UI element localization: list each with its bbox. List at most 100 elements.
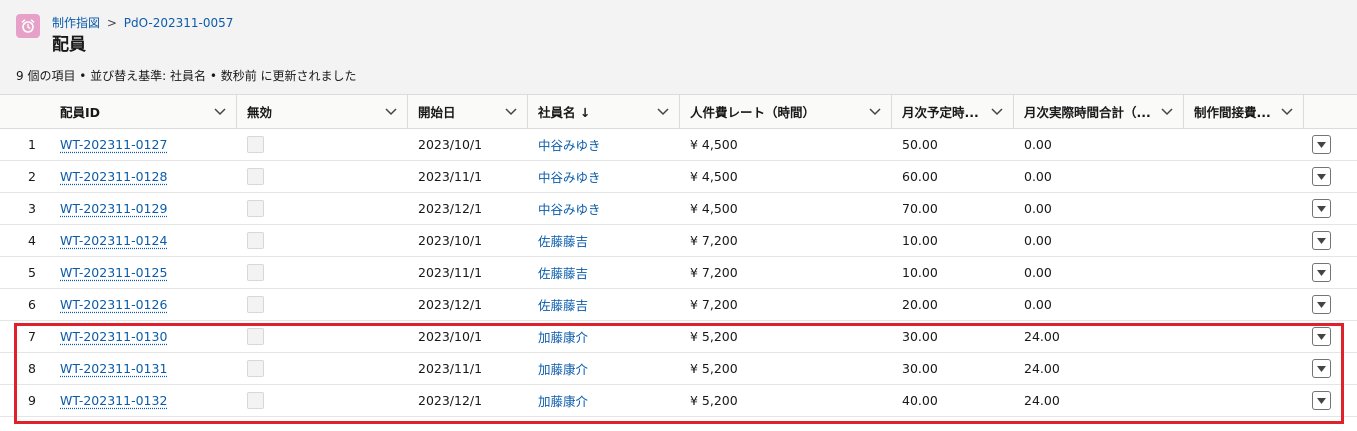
employee-name-cell: 中谷みゆき xyxy=(528,192,680,225)
inactive-checkbox xyxy=(247,168,264,185)
planned-hours-cell: 20.00 xyxy=(892,288,1014,321)
planned-hours-cell: 40.00 xyxy=(892,384,1014,417)
column-header-indirect-cost[interactable]: 制作間接費... xyxy=(1184,95,1304,129)
row-action-button[interactable] xyxy=(1312,199,1331,218)
caret-down-icon xyxy=(1317,237,1326,244)
column-label: 月次予定時... xyxy=(902,105,979,120)
inactive-cell xyxy=(237,224,408,257)
row-number: 6 xyxy=(0,288,50,321)
assignment-id-cell: WT-202311-0129 xyxy=(50,192,237,225)
employee-name-link[interactable]: 加藤康介 xyxy=(538,362,588,377)
assignment-id-link[interactable]: WT-202311-0124 xyxy=(60,233,167,248)
planned-hours-cell: 50.00 xyxy=(892,128,1014,161)
assignment-id-cell: WT-202311-0130 xyxy=(50,320,237,353)
breadcrumb-record-link[interactable]: PdO-202311-0057 xyxy=(124,16,234,30)
column-header-inactive[interactable]: 無効 xyxy=(237,95,408,129)
breadcrumb-parent-link[interactable]: 制作指図 xyxy=(52,16,100,30)
start-date-cell: 2023/11/1 xyxy=(408,352,528,385)
caret-down-icon xyxy=(1317,141,1326,148)
assignment-id-cell: WT-202311-0128 xyxy=(50,160,237,193)
assignment-id-link[interactable]: WT-202311-0127 xyxy=(60,137,167,152)
planned-hours-cell: 10.00 xyxy=(892,224,1014,257)
assignment-id-link[interactable]: WT-202311-0126 xyxy=(60,297,167,312)
assignment-id-link[interactable]: WT-202311-0128 xyxy=(60,169,167,184)
indirect-cost-cell xyxy=(1184,256,1304,289)
employee-name-link[interactable]: 佐藤藤吉 xyxy=(538,234,588,249)
table-row: 3 WT-202311-0129 2023/12/1 中谷みゆき ¥ 4,500… xyxy=(0,192,1357,225)
assignment-id-link[interactable]: WT-202311-0129 xyxy=(60,201,167,216)
row-action-button[interactable] xyxy=(1312,295,1331,314)
row-number: 9 xyxy=(0,384,50,417)
staffing-table: 配員ID 無効 開始日 社員名 ↓ 人件費レート（時間） 月次予定時... 月次… xyxy=(0,95,1357,417)
employee-name-cell: 加藤康介 xyxy=(528,384,680,417)
row-number: 5 xyxy=(0,256,50,289)
start-date-cell: 2023/10/1 xyxy=(408,128,528,161)
row-action-button[interactable] xyxy=(1312,359,1331,378)
table-row: 2 WT-202311-0128 2023/11/1 中谷みゆき ¥ 4,500… xyxy=(0,160,1357,193)
row-action-button[interactable] xyxy=(1312,391,1331,410)
column-label: 開始日 xyxy=(418,105,456,120)
caret-down-icon xyxy=(1317,397,1326,404)
row-action-button[interactable] xyxy=(1312,167,1331,186)
table-row: 6 WT-202311-0126 2023/12/1 佐藤藤吉 ¥ 7,200 … xyxy=(0,288,1357,321)
column-label: 人件費レート（時間） xyxy=(690,105,816,120)
caret-down-icon xyxy=(1317,333,1326,340)
row-action-button[interactable] xyxy=(1312,263,1331,282)
employee-name-cell: 加藤康介 xyxy=(528,320,680,353)
assignment-id-link[interactable]: WT-202311-0132 xyxy=(60,393,167,408)
column-header-monthly-planned-hours[interactable]: 月次予定時... xyxy=(892,95,1014,129)
employee-name-link[interactable]: 中谷みゆき xyxy=(538,138,601,153)
chevron-down-icon[interactable] xyxy=(214,107,226,116)
header-row-actions xyxy=(1304,95,1357,129)
table-row: 8 WT-202311-0131 2023/11/1 加藤康介 ¥ 5,200 … xyxy=(0,352,1357,385)
row-number: 1 xyxy=(0,128,50,161)
chevron-down-icon[interactable] xyxy=(869,107,881,116)
row-number: 3 xyxy=(0,192,50,225)
labor-rate-cell: ¥ 7,200 xyxy=(680,224,892,257)
employee-name-link[interactable]: 加藤康介 xyxy=(538,330,588,345)
actual-hours-cell: 24.00 xyxy=(1014,320,1184,353)
table-header-row: 配員ID 無効 開始日 社員名 ↓ 人件費レート（時間） 月次予定時... 月次… xyxy=(0,95,1357,129)
chevron-down-icon[interactable] xyxy=(657,107,669,116)
column-header-assignment-id[interactable]: 配員ID xyxy=(50,95,237,129)
column-header-labor-rate[interactable]: 人件費レート（時間） xyxy=(680,95,892,129)
column-header-employee-name[interactable]: 社員名 ↓ xyxy=(528,95,680,129)
assignment-id-link[interactable]: WT-202311-0125 xyxy=(60,265,167,280)
assignment-id-cell: WT-202311-0132 xyxy=(50,384,237,417)
planned-hours-cell: 60.00 xyxy=(892,160,1014,193)
employee-name-link[interactable]: 中谷みゆき xyxy=(538,202,601,217)
chevron-down-icon[interactable] xyxy=(385,107,397,116)
list-meta-info: 9 個の項目 • 並び替え基準: 社員名 • 数秒前 に更新されました xyxy=(16,69,357,83)
chevron-down-icon[interactable] xyxy=(505,107,517,116)
row-action-button[interactable] xyxy=(1312,231,1331,250)
actual-hours-cell: 0.00 xyxy=(1014,256,1184,289)
row-actions-cell xyxy=(1304,288,1357,321)
labor-rate-cell: ¥ 4,500 xyxy=(680,192,892,225)
chevron-down-icon[interactable] xyxy=(991,107,1003,116)
column-header-monthly-actual-hours[interactable]: 月次実際時間合計（... xyxy=(1014,95,1184,129)
indirect-cost-cell xyxy=(1184,288,1304,321)
column-header-start-date[interactable]: 開始日 xyxy=(408,95,528,129)
inactive-cell xyxy=(237,256,408,289)
assignment-id-link[interactable]: WT-202311-0130 xyxy=(60,329,167,344)
table-row: 5 WT-202311-0125 2023/11/1 佐藤藤吉 ¥ 7,200 … xyxy=(0,256,1357,289)
page-title: 配員 xyxy=(52,35,86,55)
employee-name-link[interactable]: 佐藤藤吉 xyxy=(538,298,588,313)
chevron-down-icon[interactable] xyxy=(1161,107,1173,116)
indirect-cost-cell xyxy=(1184,352,1304,385)
assignment-id-link[interactable]: WT-202311-0131 xyxy=(60,361,167,376)
row-action-button[interactable] xyxy=(1312,135,1331,154)
employee-name-link[interactable]: 佐藤藤吉 xyxy=(538,266,588,281)
assignment-id-cell: WT-202311-0127 xyxy=(50,128,237,161)
employee-name-cell: 加藤康介 xyxy=(528,352,680,385)
caret-down-icon xyxy=(1317,365,1326,372)
start-date-cell: 2023/11/1 xyxy=(408,160,528,193)
employee-name-link[interactable]: 加藤康介 xyxy=(538,394,588,409)
inactive-checkbox xyxy=(247,328,264,345)
caret-down-icon xyxy=(1317,269,1326,276)
row-action-button[interactable] xyxy=(1312,327,1331,346)
table-row: 1 WT-202311-0127 2023/10/1 中谷みゆき ¥ 4,500… xyxy=(0,128,1357,161)
start-date-cell: 2023/11/1 xyxy=(408,256,528,289)
chevron-down-icon[interactable] xyxy=(1281,107,1293,116)
employee-name-link[interactable]: 中谷みゆき xyxy=(538,170,601,185)
